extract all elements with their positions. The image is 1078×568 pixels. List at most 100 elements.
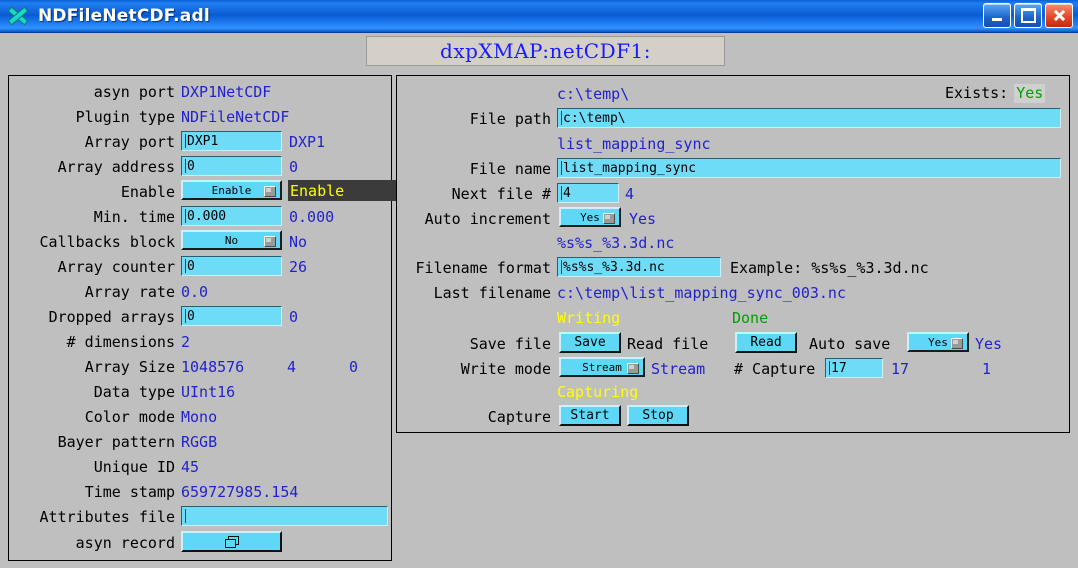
next-file-number-input[interactable]: 4 bbox=[557, 183, 619, 203]
auto-increment-menu-label: Yes bbox=[580, 210, 600, 224]
capture-label-row: Capture bbox=[397, 406, 551, 428]
attributes-file-input[interactable] bbox=[181, 506, 388, 526]
write-mode-label-row: Write mode bbox=[397, 358, 551, 380]
write-mode-label: Write mode bbox=[460, 360, 551, 378]
chevron-down-icon bbox=[603, 213, 615, 224]
array-counter-label: Array counter bbox=[57, 258, 175, 276]
next-file-number-readback: 4 bbox=[625, 185, 635, 203]
filename-format-input[interactable]: %s%s_%3.3d.nc bbox=[557, 257, 721, 277]
color-mode-label: Color mode bbox=[84, 408, 175, 426]
dropped-arrays-input[interactable]: 0 bbox=[181, 306, 282, 326]
chevron-down-icon bbox=[951, 338, 963, 349]
file-name-label: File name bbox=[469, 160, 551, 178]
num-dimensions-readback: 2 bbox=[181, 333, 191, 351]
time-stamp-readback: 659727985.154 bbox=[181, 483, 299, 501]
auto-save-menu-label: Yes bbox=[928, 335, 948, 349]
array-address-label: Array address bbox=[57, 158, 175, 176]
file-name-label-row: File name bbox=[397, 158, 551, 180]
array-size-z-readback: 0 bbox=[349, 358, 359, 376]
plugin-type-label: Plugin type bbox=[75, 108, 175, 126]
dropped-arrays-label-row: Dropped arrays bbox=[9, 306, 175, 328]
x-logo-icon bbox=[6, 3, 32, 29]
filename-format-readback: %s%s_%3.3d.nc bbox=[557, 234, 675, 252]
write-mode-readback: Stream bbox=[651, 360, 706, 378]
window-title: NDFileNetCDF.adl bbox=[38, 6, 210, 26]
array-size-y-readback: 4 bbox=[287, 358, 297, 376]
asyn-record-label: asyn record bbox=[75, 534, 175, 552]
title-bar: NDFileNetCDF.adl bbox=[0, 0, 1078, 33]
array-size-x-readback: 1048576 bbox=[181, 358, 245, 376]
next-file-label-row: Next file # bbox=[397, 183, 551, 205]
callbacks-block-label-row: Callbacks block bbox=[9, 231, 175, 253]
capture-label: Capture bbox=[487, 408, 551, 426]
auto-save-menu[interactable]: Yes bbox=[907, 332, 969, 352]
auto-increment-label: Auto increment bbox=[424, 210, 551, 228]
asyn-record-label-row: asyn record bbox=[9, 532, 175, 554]
window-controls bbox=[983, 3, 1073, 28]
array-address-label-row: Array address bbox=[9, 156, 175, 178]
file-name-input[interactable]: list_mapping_sync bbox=[557, 158, 1061, 178]
num-capture-input[interactable]: 17 bbox=[825, 358, 883, 378]
auto-increment-menu[interactable]: Yes bbox=[559, 207, 621, 227]
callbacks-block-menu-label: No bbox=[224, 233, 239, 247]
filename-format-label-row: Filename format bbox=[397, 257, 551, 279]
array-rate-label: Array rate bbox=[84, 283, 175, 301]
read-button[interactable]: Read bbox=[735, 332, 797, 353]
capture-status: Capturing bbox=[557, 383, 639, 401]
save-button[interactable]: Save bbox=[559, 332, 621, 353]
filename-format-example: Example: %s%s_%3.3d.nc bbox=[730, 259, 929, 277]
enable-menu[interactable]: Enable bbox=[181, 180, 282, 200]
display-title-banner: dxpXMAP:netCDF1: bbox=[366, 36, 725, 66]
application-window: NDFileNetCDF.adl dxpXMAP:netCDF1: asyn p… bbox=[0, 0, 1078, 568]
min-time-label-row: Min. time bbox=[9, 206, 175, 228]
auto-increment-readback: Yes bbox=[629, 210, 657, 228]
unique-id-label-row: Unique ID bbox=[9, 456, 175, 478]
array-counter-readback: 26 bbox=[289, 258, 308, 276]
last-filename-readback: c:\temp\list_mapping_sync_003.nc bbox=[557, 284, 846, 302]
array-size-label: Array Size bbox=[84, 358, 175, 376]
time-stamp-label: Time stamp bbox=[84, 483, 175, 501]
chevron-down-icon bbox=[627, 363, 639, 374]
num-dimensions-label: # dimensions bbox=[66, 333, 175, 351]
num-capture-label-row: # Capture bbox=[734, 358, 815, 380]
capture-stop-button[interactable]: Stop bbox=[627, 405, 689, 426]
num-captured-readback: 1 bbox=[982, 360, 992, 378]
callbacks-block-menu[interactable]: No bbox=[181, 230, 282, 250]
file-path-input[interactable]: c:\temp\ bbox=[557, 108, 1061, 128]
auto-save-readback: Yes bbox=[975, 335, 1003, 353]
close-button[interactable] bbox=[1045, 3, 1073, 28]
chevron-down-icon bbox=[264, 186, 276, 197]
array-rate-label-row: Array rate bbox=[9, 281, 175, 303]
data-type-label: Data type bbox=[93, 383, 175, 401]
data-type-label-row: Data type bbox=[9, 381, 175, 403]
array-rate-readback: 0.0 bbox=[181, 283, 209, 301]
unique-id-readback: 45 bbox=[181, 458, 200, 476]
array-counter-label-row: Array counter bbox=[9, 256, 175, 278]
write-mode-menu[interactable]: Stream bbox=[559, 357, 645, 377]
array-port-label-row: Array port bbox=[9, 131, 175, 153]
file-exists-group: Exists: Yes bbox=[945, 82, 1046, 104]
save-file-label: Save file bbox=[469, 335, 551, 353]
enable-menu-label: Enable bbox=[211, 183, 252, 197]
array-port-input[interactable]: DXP1 bbox=[181, 131, 282, 151]
array-address-input[interactable]: 0 bbox=[181, 156, 282, 176]
min-time-readback: 0.000 bbox=[289, 208, 335, 226]
array-counter-input[interactable]: 0 bbox=[181, 256, 282, 276]
data-type-readback: UInt16 bbox=[181, 383, 236, 401]
callbacks-block-readback: No bbox=[289, 233, 308, 251]
callbacks-block-label: Callbacks block bbox=[39, 233, 175, 251]
time-stamp-label-row: Time stamp bbox=[9, 481, 175, 503]
minimize-button[interactable] bbox=[983, 3, 1011, 28]
asyn-record-button[interactable] bbox=[181, 531, 282, 552]
capture-start-button[interactable]: Start bbox=[559, 405, 621, 426]
file-path-label-row: File path bbox=[397, 108, 551, 130]
related-display-icon bbox=[225, 535, 239, 548]
num-capture-readback: 17 bbox=[891, 360, 910, 378]
next-file-number-label: Next file # bbox=[451, 185, 551, 203]
asyn-port-label: asyn port bbox=[93, 83, 175, 101]
maximize-button[interactable] bbox=[1014, 3, 1042, 28]
read-status: Done bbox=[732, 309, 769, 327]
bayer-pattern-label: Bayer pattern bbox=[57, 433, 175, 451]
min-time-input[interactable]: 0.000 bbox=[181, 206, 282, 226]
dropped-arrays-label: Dropped arrays bbox=[48, 308, 175, 326]
